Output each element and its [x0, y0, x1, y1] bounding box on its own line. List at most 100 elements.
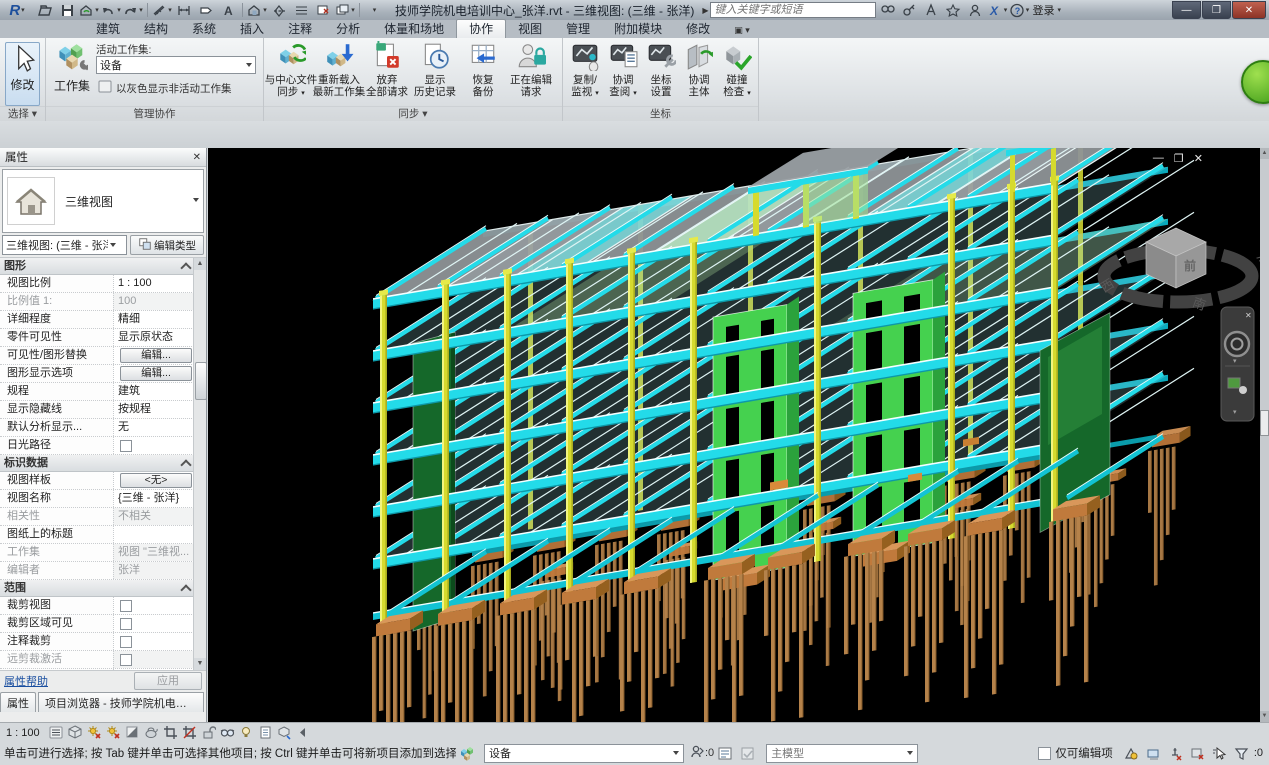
- exchange-apps-icon[interactable]: X▾: [987, 2, 1007, 18]
- redo-icon[interactable]: ▾: [123, 2, 143, 19]
- ribbon-button-show-history[interactable]: 显示历史记录: [411, 40, 459, 104]
- temporary-hide-isolate-icon[interactable]: [219, 725, 236, 740]
- ribbon-tab-0[interactable]: 建筑: [84, 20, 132, 38]
- gray-inactive-worksets-toggle[interactable]: 以灰色显示非活动工作集: [96, 78, 256, 98]
- property-group-0[interactable]: 图形: [0, 258, 206, 275]
- ribbon-button-coordinates[interactable]: 坐标设置: [642, 40, 680, 104]
- property-value[interactable]: 编辑...: [113, 365, 194, 382]
- displace-elements-icon[interactable]: [276, 725, 293, 740]
- property-value[interactable]: [113, 437, 194, 454]
- sign-in-label[interactable]: 登录: [1032, 2, 1054, 18]
- modify-button[interactable]: 修改: [5, 42, 40, 106]
- toolbar-customize-icon[interactable]: ▾: [364, 2, 384, 19]
- ribbon-tab-2[interactable]: 系统: [180, 20, 228, 38]
- property-value[interactable]: 编辑...: [113, 347, 194, 364]
- minimize-button[interactable]: —: [1172, 1, 1201, 19]
- property-edit-button[interactable]: 编辑...: [120, 366, 192, 381]
- panel-label-synchronize[interactable]: 同步 ▾: [264, 106, 562, 121]
- unlocked-view-icon[interactable]: [200, 725, 217, 740]
- thin-lines-icon[interactable]: [291, 2, 311, 19]
- ribbon-tab-4[interactable]: 注释: [276, 20, 324, 38]
- undo-icon[interactable]: ▾: [101, 2, 121, 19]
- property-edit-button[interactable]: <无>: [120, 473, 192, 488]
- section-icon[interactable]: [269, 2, 289, 19]
- application-menu-button[interactable]: R▾: [0, 0, 34, 20]
- type-selector-dropdown-icon[interactable]: [193, 198, 199, 202]
- tag-by-category-icon[interactable]: [196, 2, 216, 19]
- palette-tab-1[interactable]: 项目浏览器 - 技师学院机电培训...: [38, 692, 204, 712]
- rendering-dialog-icon[interactable]: [143, 725, 160, 740]
- property-value[interactable]: 精细: [113, 311, 194, 328]
- collapse-icon[interactable]: [295, 725, 312, 740]
- visual-style-icon[interactable]: [67, 725, 84, 740]
- property-value[interactable]: 按规程: [113, 401, 194, 418]
- active-design-option-dropdown[interactable]: 主模型: [766, 744, 918, 763]
- property-value[interactable]: 建筑: [113, 383, 194, 400]
- select-underlay-elements-icon[interactable]: [1143, 744, 1165, 762]
- relinquish-status-icon[interactable]: [736, 744, 758, 762]
- search-go-icon[interactable]: ▶: [702, 6, 708, 15]
- design-options-icon[interactable]: [714, 744, 736, 762]
- property-value[interactable]: [113, 633, 194, 650]
- restore-button[interactable]: ❐: [1202, 1, 1231, 19]
- navigation-bar[interactable]: ✕ ▾ ▾: [1220, 306, 1256, 426]
- property-value[interactable]: {三维 - 张洋}: [113, 490, 194, 507]
- communication-center-icon[interactable]: [921, 2, 941, 18]
- ribbon-button-reload-latest[interactable]: 重新载入最新工作集: [315, 40, 363, 104]
- search-icon[interactable]: [877, 2, 897, 18]
- reveal-hidden-elements-icon[interactable]: [238, 725, 255, 740]
- properties-close-icon[interactable]: ✕: [193, 152, 201, 163]
- editable-only-checkbox[interactable]: [1038, 747, 1051, 760]
- property-value[interactable]: [113, 526, 194, 543]
- property-value[interactable]: <无>: [113, 472, 194, 489]
- active-workset-dropdown[interactable]: 设备: [96, 56, 256, 74]
- temporary-view-properties-icon[interactable]: [257, 725, 274, 740]
- view-close-icon[interactable]: ✕: [1194, 152, 1203, 165]
- close-hidden-windows-icon[interactable]: [313, 2, 333, 19]
- editing-requests-indicator[interactable]: :0: [690, 744, 714, 762]
- worksets-button[interactable]: 工作集: [51, 42, 93, 104]
- properties-help-link[interactable]: 属性帮助: [4, 673, 48, 689]
- property-checkbox[interactable]: [120, 654, 132, 666]
- favorites-icon[interactable]: [943, 2, 963, 18]
- property-value[interactable]: [113, 597, 194, 614]
- property-checkbox[interactable]: [120, 600, 132, 612]
- view-restore-icon[interactable]: ❐: [1174, 152, 1184, 165]
- shadows-icon[interactable]: [124, 725, 141, 740]
- save-icon[interactable]: [57, 2, 77, 19]
- edit-type-button[interactable]: 编辑类型: [130, 235, 204, 255]
- ribbon-tab-11[interactable]: 修改: [674, 20, 722, 38]
- ribbon-button-interference-check[interactable]: 碰撞检查 ▾: [718, 40, 756, 104]
- ribbon-tab-6[interactable]: 体量和场地: [372, 20, 456, 38]
- open-icon[interactable]: [35, 2, 55, 19]
- measure-icon[interactable]: ▾: [152, 2, 172, 19]
- sign-in-dropdown-icon[interactable]: ▾: [1057, 6, 1061, 14]
- property-checkbox[interactable]: [120, 440, 132, 452]
- close-button[interactable]: ✕: [1232, 1, 1266, 19]
- active-workset-status-dropdown[interactable]: 设备: [484, 744, 684, 763]
- ribbon-tab-3[interactable]: 插入: [228, 20, 276, 38]
- palette-tab-0[interactable]: 属性: [0, 692, 36, 712]
- type-selector[interactable]: 三维视图: [2, 169, 204, 233]
- property-edit-button[interactable]: 编辑...: [120, 348, 192, 363]
- property-value[interactable]: [113, 669, 194, 670]
- ribbon-tab-9[interactable]: 管理: [554, 20, 602, 38]
- ribbon-button-restore-backup[interactable]: 恢复备份: [459, 40, 507, 104]
- property-value[interactable]: 无: [113, 419, 194, 436]
- instance-selector-dropdown[interactable]: 三维视图: (三维 - 张洋): [2, 235, 127, 255]
- property-group-1[interactable]: 标识数据: [0, 455, 206, 472]
- worksets-status-icon[interactable]: [456, 744, 478, 762]
- property-group-2[interactable]: 范围: [0, 580, 206, 597]
- filter-icon[interactable]: [1231, 744, 1253, 762]
- switch-windows-icon[interactable]: ▾: [335, 2, 355, 19]
- property-checkbox[interactable]: [120, 618, 132, 630]
- ribbon-tab-8[interactable]: 视图: [506, 20, 554, 38]
- sign-in-icon[interactable]: [965, 2, 985, 18]
- drag-elements-on-selection-icon[interactable]: [1209, 744, 1231, 762]
- keyword-search-input[interactable]: [710, 2, 876, 18]
- detail-level-icon[interactable]: [48, 725, 65, 740]
- ribbon-button-coordination-review[interactable]: 协调查阅 ▾: [604, 40, 642, 104]
- sun-settings-icon[interactable]: [105, 725, 122, 740]
- property-value[interactable]: [113, 615, 194, 632]
- select-elements-by-face-icon[interactable]: [1187, 744, 1209, 762]
